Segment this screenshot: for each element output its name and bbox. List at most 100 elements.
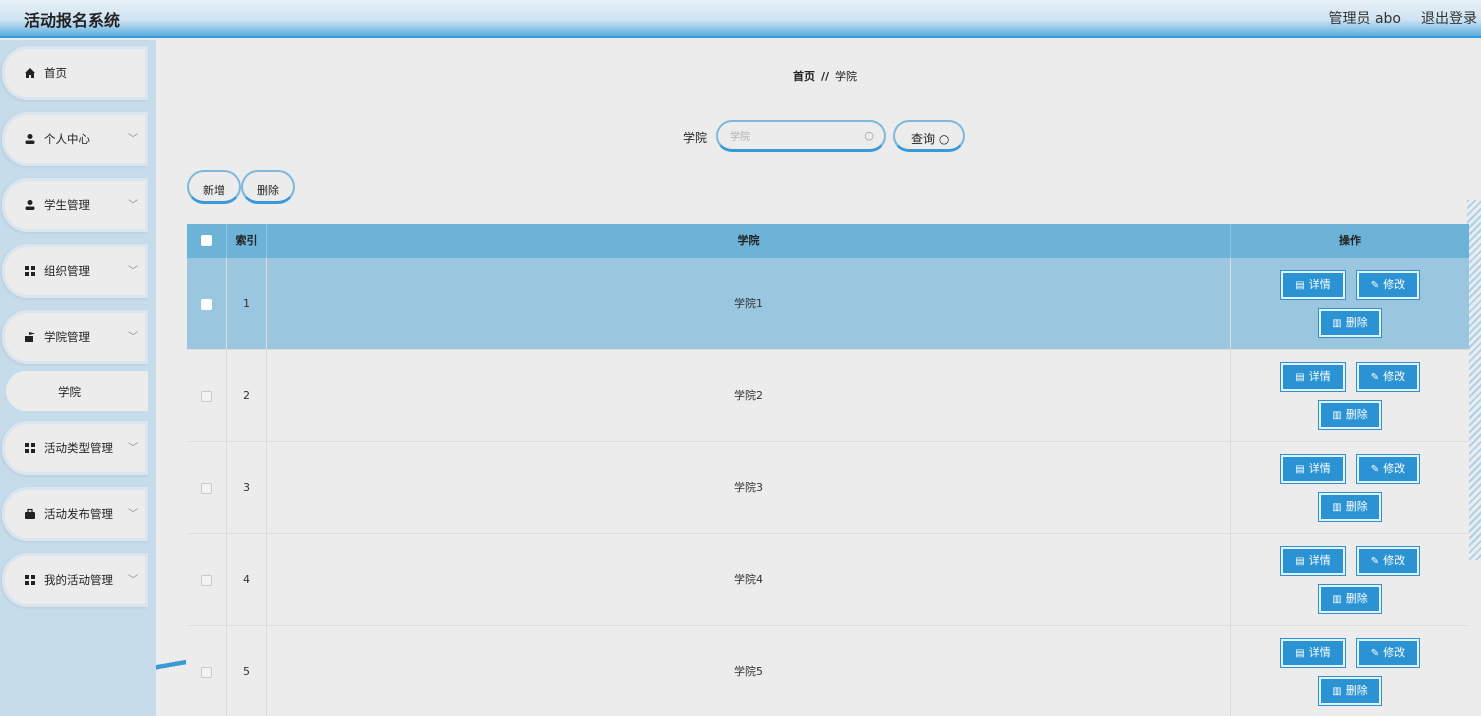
edit-button[interactable]: ✎ 修改 bbox=[1357, 639, 1419, 667]
ops-cell: ▤ 详情 ✎ 修改 ▥ 删除 bbox=[1231, 534, 1469, 626]
edit-button[interactable]: ✎ 修改 bbox=[1357, 363, 1419, 391]
user-icon bbox=[25, 134, 35, 144]
index-cell: 3 bbox=[227, 442, 267, 534]
select-all-checkbox[interactable] bbox=[201, 235, 212, 246]
chevron-down-icon: ﹀ bbox=[128, 266, 138, 277]
edit-button[interactable]: ✎ 修改 bbox=[1357, 271, 1419, 299]
pencil-icon: ✎ bbox=[1370, 556, 1380, 567]
detail-button-label: 详情 bbox=[1308, 370, 1331, 383]
trash-icon: ▥ bbox=[1332, 594, 1342, 605]
search-icon: ○ bbox=[864, 129, 874, 142]
decorative-stripe bbox=[1467, 200, 1481, 560]
breadcrumb: 首页 // 学院 bbox=[793, 68, 857, 84]
sidebar-item-label: 活动类型管理 bbox=[44, 441, 113, 455]
table-row[interactable]: 5 学院5 ▤ 详情 ✎ 修改 ▥ 删除 bbox=[187, 626, 1469, 716]
sidebar-item-personal-center[interactable]: 个人中心 ﹀ bbox=[2, 112, 148, 166]
delete-button[interactable]: ▥ 删除 bbox=[1319, 677, 1381, 705]
row-checkbox[interactable] bbox=[201, 299, 212, 310]
ops-cell: ▤ 详情 ✎ 修改 ▥ 删除 bbox=[1231, 350, 1469, 442]
search-input[interactable] bbox=[730, 128, 860, 146]
pencil-icon: ✎ bbox=[1370, 372, 1380, 383]
table-row[interactable]: 4 学院4 ▤ 详情 ✎ 修改 ▥ 删除 bbox=[187, 534, 1469, 626]
delete-button-label: 删除 bbox=[1345, 592, 1368, 605]
app-title: 活动报名系统 bbox=[24, 11, 121, 30]
user-icon bbox=[25, 200, 35, 210]
table-row[interactable]: 2 学院2 ▤ 详情 ✎ 修改 ▥ 删除 bbox=[187, 350, 1469, 442]
chevron-down-icon: ﹀ bbox=[128, 134, 138, 145]
detail-button[interactable]: ▤ 详情 bbox=[1281, 547, 1345, 575]
row-checkbox[interactable] bbox=[201, 391, 212, 402]
sidebar-item-label: 个人中心 bbox=[44, 132, 90, 146]
sidebar-subitem-label: 学院 bbox=[58, 385, 81, 399]
grid-icon bbox=[25, 575, 35, 585]
index-cell: 4 bbox=[227, 534, 267, 626]
detail-button[interactable]: ▤ 详情 bbox=[1281, 271, 1345, 299]
edit-button-label: 修改 bbox=[1383, 278, 1406, 291]
checkbox-cell bbox=[187, 442, 227, 534]
breadcrumb-home[interactable]: 首页 bbox=[793, 70, 815, 83]
ops-cell: ▤ 详情 ✎ 修改 ▥ 删除 bbox=[1231, 258, 1469, 350]
breadcrumb-separator: // bbox=[821, 70, 830, 83]
row-checkbox[interactable] bbox=[201, 483, 212, 494]
trash-icon: ▥ bbox=[1332, 502, 1342, 513]
home-icon bbox=[25, 68, 35, 78]
add-button[interactable]: 新增 bbox=[187, 170, 241, 204]
college-table: 索引 学院 操作 1 学院1 ▤ 详情 ✎ 修改 ▥ 删除 2 学院2 ▤ 详情 ✎ 修改 ▥ 删除 3 学院3 ▤… bbox=[187, 224, 1469, 716]
query-button[interactable]: 查询 ○ bbox=[893, 120, 965, 152]
trash-icon: ▥ bbox=[1332, 318, 1342, 329]
trash-icon: ▥ bbox=[1332, 686, 1342, 697]
table-row[interactable]: 1 学院1 ▤ 详情 ✎ 修改 ▥ 删除 bbox=[187, 258, 1469, 350]
search-field[interactable]: ○ bbox=[716, 120, 886, 152]
batch-delete-button-label: 删除 bbox=[257, 184, 279, 197]
college-cell: 学院5 bbox=[267, 626, 1231, 716]
add-button-label: 新增 bbox=[203, 184, 225, 197]
document-icon: ▤ bbox=[1295, 556, 1305, 567]
header-ops: 操作 bbox=[1339, 234, 1361, 247]
sidebar-item-my-activity-management[interactable]: 我的活动管理 ﹀ bbox=[2, 553, 148, 607]
grid-icon bbox=[25, 266, 35, 276]
sidebar-item-activity-type-management[interactable]: 活动类型管理 ﹀ bbox=[2, 421, 148, 475]
edit-button[interactable]: ✎ 修改 bbox=[1357, 455, 1419, 483]
document-icon: ▤ bbox=[1295, 464, 1305, 475]
detail-button[interactable]: ▤ 详情 bbox=[1281, 639, 1345, 667]
decorative-stripe bbox=[156, 650, 186, 716]
sidebar-item-label: 活动发布管理 bbox=[44, 507, 113, 521]
grid-icon bbox=[25, 443, 35, 453]
row-checkbox[interactable] bbox=[201, 575, 212, 586]
document-icon: ▤ bbox=[1295, 280, 1305, 291]
sidebar-item-college-management[interactable]: 学院管理 ﹀ bbox=[2, 310, 148, 364]
logout-link[interactable]: 退出登录 bbox=[1421, 8, 1477, 28]
detail-button-label: 详情 bbox=[1308, 554, 1331, 567]
batch-delete-button[interactable]: 删除 bbox=[241, 170, 295, 204]
delete-button[interactable]: ▥ 删除 bbox=[1319, 401, 1381, 429]
sidebar-item-activity-publish-management[interactable]: 活动发布管理 ﹀ bbox=[2, 487, 148, 541]
delete-button[interactable]: ▥ 删除 bbox=[1319, 585, 1381, 613]
edit-button-label: 修改 bbox=[1383, 462, 1406, 475]
sidebar-item-org-management[interactable]: 组织管理 ﹀ bbox=[2, 244, 148, 298]
sidebar-item-label: 首页 bbox=[44, 66, 67, 80]
briefcase-icon bbox=[25, 508, 35, 519]
chevron-down-icon: ﹀ bbox=[128, 200, 138, 211]
table-row[interactable]: 3 学院3 ▤ 详情 ✎ 修改 ▥ 删除 bbox=[187, 442, 1469, 534]
detail-button[interactable]: ▤ 详情 bbox=[1281, 455, 1345, 483]
sidebar-item-label: 组织管理 bbox=[44, 264, 90, 278]
search-label: 学院 bbox=[683, 131, 708, 145]
header-checkbox-cell bbox=[187, 224, 227, 258]
checkbox-cell bbox=[187, 626, 227, 716]
index-cell: 2 bbox=[227, 350, 267, 442]
index-cell: 1 bbox=[227, 258, 267, 350]
checkbox-cell bbox=[187, 534, 227, 626]
detail-button[interactable]: ▤ 详情 bbox=[1281, 363, 1345, 391]
pencil-icon: ✎ bbox=[1370, 648, 1380, 659]
delete-button[interactable]: ▥ 删除 bbox=[1319, 493, 1381, 521]
sidebar-item-home[interactable]: 首页 bbox=[2, 46, 148, 100]
delete-button-label: 删除 bbox=[1345, 500, 1368, 513]
college-cell: 学院3 bbox=[267, 442, 1231, 534]
edit-button[interactable]: ✎ 修改 bbox=[1357, 547, 1419, 575]
row-checkbox[interactable] bbox=[201, 667, 212, 678]
delete-button[interactable]: ▥ 删除 bbox=[1319, 309, 1381, 337]
header-index: 索引 bbox=[227, 224, 267, 258]
sidebar-item-student-management[interactable]: 学生管理 ﹀ bbox=[2, 178, 148, 232]
sidebar-subitem-college[interactable]: 学院 bbox=[6, 371, 148, 411]
document-icon: ▤ bbox=[1295, 648, 1305, 659]
